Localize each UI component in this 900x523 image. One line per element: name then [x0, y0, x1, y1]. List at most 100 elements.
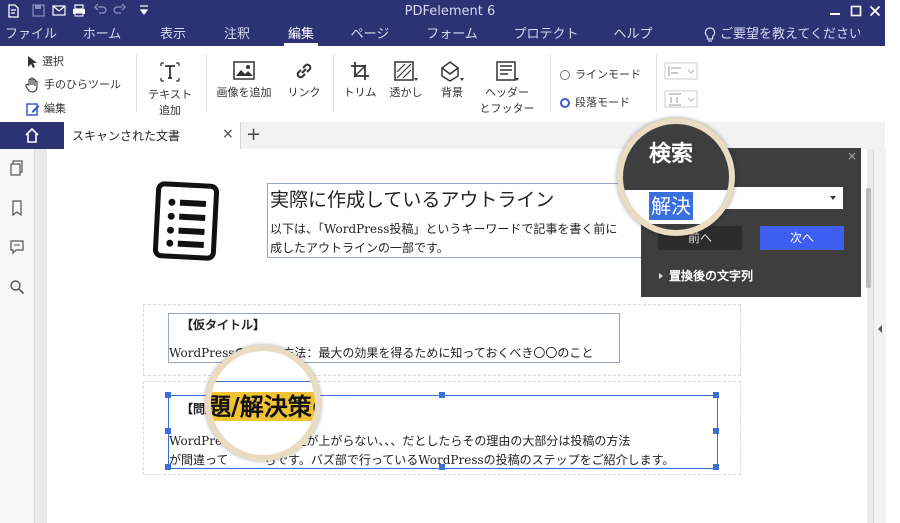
resize-handle[interactable] — [165, 464, 171, 470]
email-icon[interactable] — [52, 4, 66, 18]
menu-page[interactable]: ページ — [340, 24, 400, 46]
magnified-text: 題/解決策の — [211, 387, 315, 421]
menu-protect[interactable]: プロテクト — [508, 24, 584, 46]
customize-icon[interactable] — [137, 4, 151, 18]
save-icon[interactable] — [31, 4, 45, 18]
line-mode-radio[interactable]: ラインモード — [560, 66, 641, 82]
scrollbar-thumb[interactable] — [866, 188, 871, 288]
minimize-icon[interactable] — [826, 2, 844, 20]
replace-with-label[interactable]: 置換後の文字列 — [669, 267, 753, 284]
watermark-label: 透かし — [389, 86, 423, 99]
lightbulb-icon — [704, 27, 716, 46]
add-image-button[interactable]: 画像を追加 — [212, 60, 276, 100]
redo-icon[interactable] — [112, 3, 126, 18]
dropdown-arrow-icon[interactable] — [829, 191, 837, 205]
menu-home[interactable]: ホーム — [70, 24, 134, 46]
menu-annotate[interactable]: 注釈 — [212, 24, 262, 46]
outline-heading: 実際に作成しているアウトライン — [270, 189, 555, 211]
select-tool-label: 選択 — [42, 55, 64, 68]
select-tool[interactable]: 選択 — [26, 52, 64, 72]
resize-handle[interactable] — [439, 392, 445, 398]
edit-tool[interactable]: 編集 — [26, 99, 66, 119]
logo-icon — [6, 4, 20, 18]
resize-handle[interactable] — [713, 392, 719, 398]
left-sidebar — [0, 149, 35, 523]
window-edge — [885, 0, 900, 523]
bookmark-icon[interactable] — [9, 200, 25, 217]
text-magnifier: 題/解決策の — [205, 345, 321, 461]
align-icon — [664, 62, 698, 83]
hand-tool[interactable]: 手のひらツール — [24, 75, 121, 95]
header-footer-label-1: ヘッダー — [485, 86, 529, 99]
magnified-highlight: 題/解決策の — [211, 392, 315, 421]
outline-list-icon — [151, 181, 221, 264]
home-tab[interactable] — [0, 122, 64, 149]
close-tab-icon[interactable]: × — [222, 126, 234, 142]
window-title: PDFelement 6 — [404, 4, 496, 19]
collapse-right-icon[interactable] — [877, 323, 883, 337]
add-text-button[interactable]: テキスト 追加 — [144, 60, 196, 118]
vertical-scrollbar[interactable] — [873, 149, 886, 523]
menu-help[interactable]: ヘルプ — [608, 24, 658, 46]
cursor-icon — [26, 55, 42, 68]
resize-handle[interactable] — [713, 428, 719, 434]
close-icon[interactable] — [866, 2, 884, 20]
link-button[interactable]: リンク — [282, 60, 326, 100]
maximize-icon[interactable] — [847, 2, 865, 20]
menu-form[interactable]: フォーム — [420, 24, 484, 46]
distribute-icon — [664, 90, 698, 111]
resize-handle[interactable] — [165, 428, 171, 434]
block1-title: 【仮タイトル】 — [181, 318, 266, 332]
add-text-label-2: 追加 — [159, 104, 181, 117]
radio-selected-icon — [560, 98, 570, 108]
paragraph-mode-radio[interactable]: 段落モード — [560, 94, 630, 110]
menu-bar: ファイル ホーム 表示 注釈 編集 ページ フォーム プロテクト ヘルプ ご要望… — [0, 24, 885, 46]
text-box-icon — [144, 60, 196, 84]
ribbon-separator — [136, 54, 137, 112]
paragraph-mode-label: 段落モード — [575, 96, 630, 109]
document-tab[interactable]: スキャンされた文書 × — [64, 122, 241, 149]
search-magnifier: 検索 解決 — [617, 118, 735, 236]
resize-handle[interactable] — [165, 392, 171, 398]
radio-unselected-icon — [560, 70, 570, 80]
title-bar: PDFelement 6 — [0, 0, 885, 24]
search-field-zoom: 解決 — [623, 190, 729, 224]
print-icon[interactable] — [72, 4, 86, 18]
trim-button[interactable]: トリム — [340, 60, 380, 100]
background-button[interactable]: 背景 — [432, 60, 472, 100]
link-icon — [282, 60, 326, 82]
search-close-icon[interactable]: × — [847, 149, 857, 163]
image-icon — [212, 60, 276, 82]
trim-label: トリム — [343, 86, 377, 99]
header-footer-icon — [478, 60, 536, 82]
edit-icon — [26, 102, 44, 116]
undo-icon[interactable] — [93, 3, 107, 18]
line-mode-label: ラインモード — [575, 68, 641, 81]
watermark-button[interactable]: 透かし — [386, 60, 426, 100]
align-dropdown[interactable] — [664, 62, 698, 83]
resize-handle[interactable] — [713, 464, 719, 470]
background-icon — [432, 60, 472, 82]
search-icon[interactable] — [9, 279, 25, 295]
outline-intro-line1: 以下は、「WordPress投稿」というキーワードで記事を書く前に — [270, 222, 618, 236]
resize-handle[interactable] — [439, 464, 445, 470]
add-image-label: 画像を追加 — [216, 86, 272, 99]
hand-tool-label: 手のひらツール — [44, 78, 121, 91]
link-label: リンク — [287, 86, 321, 99]
expand-arrow-icon[interactable] — [658, 270, 664, 284]
ribbon-separator — [550, 54, 551, 112]
help-prompt[interactable]: ご要望を教えてください... — [720, 24, 860, 46]
distribute-dropdown[interactable] — [664, 90, 698, 111]
find-next-button[interactable]: 次へ — [760, 226, 844, 250]
header-footer-button[interactable]: ヘッダー とフッター — [478, 60, 536, 116]
ribbon-separator — [333, 54, 334, 112]
add-text-label-1: テキスト — [148, 88, 192, 101]
menu-view[interactable]: 表示 — [148, 24, 198, 46]
outline-intro-line2: 成したアウトラインの一部です。 — [270, 241, 449, 255]
menu-file[interactable]: ファイル — [2, 24, 60, 46]
thumbnails-icon[interactable] — [9, 160, 25, 176]
ribbon-separator — [656, 54, 657, 112]
hand-icon — [24, 77, 44, 93]
add-tab-icon[interactable]: + — [246, 124, 261, 145]
comment-icon[interactable] — [9, 239, 25, 255]
